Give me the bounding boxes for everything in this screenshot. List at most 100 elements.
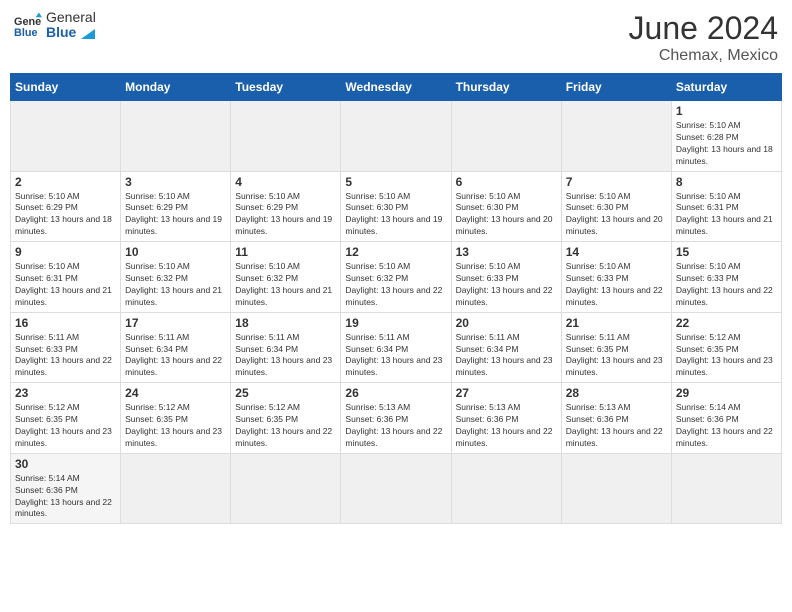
calendar-week-row: 9 Sunrise: 5:10 AMSunset: 6:31 PMDaylight…: [11, 242, 782, 313]
day-info: Sunrise: 5:13 AMSunset: 6:36 PMDaylight:…: [456, 402, 557, 450]
calendar-day-cell: 8 Sunrise: 5:10 AMSunset: 6:31 PMDaylight…: [671, 171, 781, 242]
calendar-day-cell: [121, 101, 231, 172]
day-number: 30: [15, 457, 116, 471]
day-number: 13: [456, 245, 557, 259]
calendar-day-cell: 26Sunrise: 5:13 AMSunset: 6:36 PMDayligh…: [341, 383, 451, 454]
day-of-week-header: Friday: [561, 74, 671, 101]
calendar-day-cell: 27 Sunrise: 5:13 AMSunset: 6:36 PMDayligh…: [451, 383, 561, 454]
day-info: Sunrise: 5:10 AMSunset: 6:29 PMDaylight:…: [125, 191, 226, 239]
day-number: 27: [456, 386, 557, 400]
month-title: June 2024: [629, 10, 778, 47]
calendar-day-cell: [11, 101, 121, 172]
day-info: Sunrise: 5:10 AMSunset: 6:33 PMDaylight:…: [676, 261, 777, 309]
day-info: Sunrise: 5:10 AMSunset: 6:33 PMDaylight:…: [456, 261, 557, 309]
calendar-day-cell: 18Sunrise: 5:11 AMSunset: 6:34 PMDayligh…: [231, 312, 341, 383]
day-info: Sunrise: 5:10 AMSunset: 6:33 PMDaylight:…: [566, 261, 667, 309]
calendar-day-cell: 23 Sunrise: 5:12 AMSunset: 6:35 PMDayligh…: [11, 383, 121, 454]
day-number: 4: [235, 175, 336, 189]
day-info: Sunrise: 5:13 AMSunset: 6:36 PMDaylight:…: [566, 402, 667, 450]
day-number: 6: [456, 175, 557, 189]
calendar-day-cell: [231, 453, 341, 524]
calendar-day-cell: [341, 101, 451, 172]
day-number: 23: [15, 386, 116, 400]
calendar-day-cell: 15 Sunrise: 5:10 AMSunset: 6:33 PMDayligh…: [671, 242, 781, 313]
day-info: Sunrise: 5:11 AMSunset: 6:33 PMDaylight:…: [15, 332, 116, 380]
day-number: 7: [566, 175, 667, 189]
calendar-day-cell: 1Sunrise: 5:10 AMSunset: 6:28 PMDaylight…: [671, 101, 781, 172]
day-number: 21: [566, 316, 667, 330]
calendar-day-cell: 28Sunrise: 5:13 AMSunset: 6:36 PMDayligh…: [561, 383, 671, 454]
calendar-header: SundayMondayTuesdayWednesdayThursdayFrid…: [11, 74, 782, 101]
day-info: Sunrise: 5:10 AMSunset: 6:32 PMDaylight:…: [345, 261, 446, 309]
calendar-day-cell: 2 Sunrise: 5:10 AMSunset: 6:29 PMDaylight…: [11, 171, 121, 242]
calendar-day-cell: 22 Sunrise: 5:12 AMSunset: 6:35 PMDayligh…: [671, 312, 781, 383]
calendar-day-cell: 14Sunrise: 5:10 AMSunset: 6:33 PMDayligh…: [561, 242, 671, 313]
calendar-day-cell: [561, 101, 671, 172]
day-number: 5: [345, 175, 446, 189]
calendar-day-cell: [341, 453, 451, 524]
day-info: Sunrise: 5:10 AMSunset: 6:30 PMDaylight:…: [566, 191, 667, 239]
day-info: Sunrise: 5:11 AMSunset: 6:34 PMDaylight:…: [345, 332, 446, 380]
calendar-day-cell: 25Sunrise: 5:12 AMSunset: 6:35 PMDayligh…: [231, 383, 341, 454]
day-number: 2: [15, 175, 116, 189]
svg-text:Blue: Blue: [14, 27, 38, 39]
day-number: 15: [676, 245, 777, 259]
calendar-day-cell: 12 Sunrise: 5:10 AMSunset: 6:32 PMDayligh…: [341, 242, 451, 313]
day-number: 10: [125, 245, 226, 259]
logo-icon: General Blue: [14, 11, 42, 39]
title-area: June 2024 Chemax, Mexico: [629, 10, 778, 65]
day-number: 20: [456, 316, 557, 330]
calendar-day-cell: 13 Sunrise: 5:10 AMSunset: 6:33 PMDayligh…: [451, 242, 561, 313]
calendar-day-cell: 3 Sunrise: 5:10 AMSunset: 6:29 PMDaylight…: [121, 171, 231, 242]
day-of-week-header: Sunday: [11, 74, 121, 101]
day-info: Sunrise: 5:10 AMSunset: 6:31 PMDaylight:…: [676, 191, 777, 239]
calendar-day-cell: 16 Sunrise: 5:11 AMSunset: 6:33 PMDayligh…: [11, 312, 121, 383]
calendar-day-cell: [231, 101, 341, 172]
calendar-day-cell: 21 Sunrise: 5:11 AMSunset: 6:35 PMDayligh…: [561, 312, 671, 383]
day-number: 18: [235, 316, 336, 330]
day-info: Sunrise: 5:10 AMSunset: 6:32 PMDaylight:…: [125, 261, 226, 309]
calendar-week-row: 30 Sunrise: 5:14 AMSunset: 6:36 PMDayligh…: [11, 453, 782, 524]
day-info: Sunrise: 5:10 AMSunset: 6:31 PMDaylight:…: [15, 261, 116, 309]
logo: General Blue General Blue: [14, 10, 96, 41]
calendar-day-cell: [451, 453, 561, 524]
day-number: 26: [345, 386, 446, 400]
day-info: Sunrise: 5:10 AMSunset: 6:32 PMDaylight:…: [235, 261, 336, 309]
calendar-body: 1Sunrise: 5:10 AMSunset: 6:28 PMDaylight…: [11, 101, 782, 524]
calendar-day-cell: [451, 101, 561, 172]
calendar-day-cell: 20 Sunrise: 5:11 AMSunset: 6:34 PMDayligh…: [451, 312, 561, 383]
day-number: 29: [676, 386, 777, 400]
day-info: Sunrise: 5:10 AMSunset: 6:29 PMDaylight:…: [15, 191, 116, 239]
logo-general: General: [46, 10, 96, 25]
day-number: 12: [345, 245, 446, 259]
location-title: Chemax, Mexico: [629, 47, 778, 65]
day-number: 25: [235, 386, 336, 400]
day-info: Sunrise: 5:11 AMSunset: 6:35 PMDaylight:…: [566, 332, 667, 380]
calendar-day-cell: 7 Sunrise: 5:10 AMSunset: 6:30 PMDaylight…: [561, 171, 671, 242]
day-info: Sunrise: 5:10 AMSunset: 6:28 PMDaylight:…: [676, 120, 777, 168]
day-info: Sunrise: 5:12 AMSunset: 6:35 PMDaylight:…: [15, 402, 116, 450]
day-info: Sunrise: 5:14 AMSunset: 6:36 PMDaylight:…: [15, 473, 116, 521]
calendar-day-cell: 17Sunrise: 5:11 AMSunset: 6:34 PMDayligh…: [121, 312, 231, 383]
day-info: Sunrise: 5:11 AMSunset: 6:34 PMDaylight:…: [456, 332, 557, 380]
calendar-day-cell: 4 Sunrise: 5:10 AMSunset: 6:29 PMDaylight…: [231, 171, 341, 242]
day-info: Sunrise: 5:10 AMSunset: 6:29 PMDaylight:…: [235, 191, 336, 239]
day-number: 24: [125, 386, 226, 400]
day-number: 9: [15, 245, 116, 259]
day-number: 3: [125, 175, 226, 189]
logo-blue: Blue: [46, 25, 96, 40]
calendar-week-row: 1Sunrise: 5:10 AMSunset: 6:28 PMDaylight…: [11, 101, 782, 172]
calendar-week-row: 23 Sunrise: 5:12 AMSunset: 6:35 PMDayligh…: [11, 383, 782, 454]
calendar-day-cell: 5Sunrise: 5:10 AMSunset: 6:30 PMDaylight…: [341, 171, 451, 242]
day-number: 22: [676, 316, 777, 330]
calendar-day-cell: 19Sunrise: 5:11 AMSunset: 6:34 PMDayligh…: [341, 312, 451, 383]
day-number: 17: [125, 316, 226, 330]
day-info: Sunrise: 5:12 AMSunset: 6:35 PMDaylight:…: [676, 332, 777, 380]
calendar-day-cell: [671, 453, 781, 524]
day-number: 16: [15, 316, 116, 330]
calendar-day-cell: 30 Sunrise: 5:14 AMSunset: 6:36 PMDayligh…: [11, 453, 121, 524]
header-row: SundayMondayTuesdayWednesdayThursdayFrid…: [11, 74, 782, 101]
calendar-week-row: 2 Sunrise: 5:10 AMSunset: 6:29 PMDaylight…: [11, 171, 782, 242]
day-number: 8: [676, 175, 777, 189]
day-of-week-header: Thursday: [451, 74, 561, 101]
